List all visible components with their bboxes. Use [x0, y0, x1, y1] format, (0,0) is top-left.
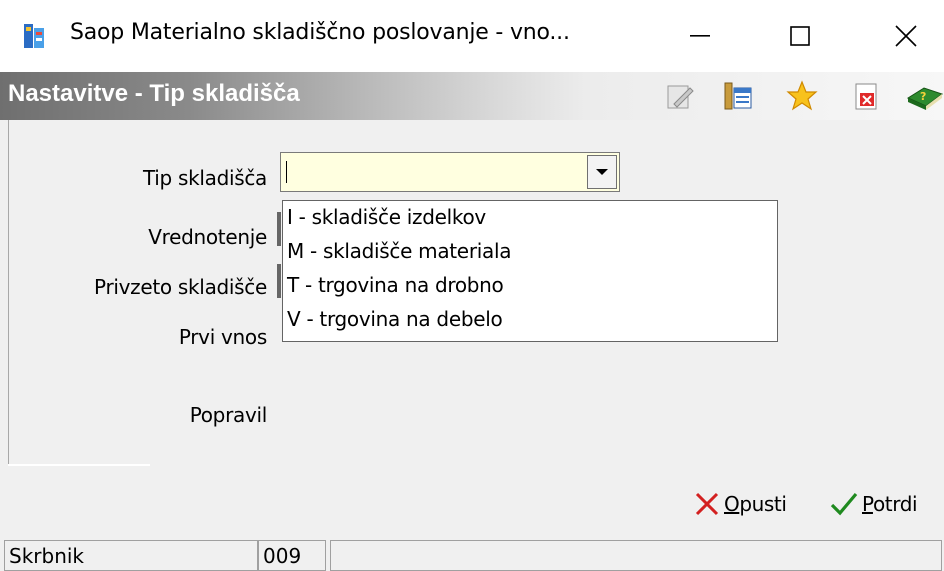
edit-icon[interactable] — [664, 80, 696, 112]
close-button[interactable] — [878, 10, 934, 62]
window-titlebar: Saop Materialno skladiščno poslovanje - … — [0, 0, 944, 72]
status-message — [330, 540, 942, 571]
close-icon — [895, 25, 917, 47]
label-tip-skladisca: Tip skladišča — [142, 166, 267, 190]
columns-icon[interactable] — [722, 80, 754, 112]
favorite-star-icon[interactable] — [786, 80, 818, 112]
label-vrednotenje: Vrednotenje — [148, 225, 267, 249]
maximize-icon — [790, 26, 810, 46]
dropdown-option-i[interactable]: I - skladišče izdelkov — [287, 205, 486, 229]
confirm-button[interactable]: Potrdi — [830, 484, 918, 524]
saop-app-icon — [22, 22, 48, 50]
tip-skladisca-dropdown-list: I - skladišče izdelkov M - skladišče mat… — [282, 200, 778, 342]
text-caret — [286, 161, 287, 183]
minimize-icon — [690, 35, 710, 37]
privzeto-skladisce-field[interactable] — [277, 264, 281, 298]
confirm-label: Potrdi — [862, 492, 918, 516]
combo-dropdown-button[interactable] — [587, 155, 617, 189]
delete-record-icon[interactable] — [850, 80, 882, 112]
divider — [8, 464, 150, 466]
status-code: 009 — [258, 540, 326, 571]
dropdown-option-v[interactable]: V - trgovina na debelo — [287, 307, 503, 331]
chevron-down-icon — [596, 169, 608, 175]
window-title: Saop Materialno skladiščno poslovanje - … — [70, 20, 570, 45]
help-book-icon[interactable]: ? — [906, 80, 944, 112]
form-title: Nastavitve - Tip skladišča — [8, 80, 300, 107]
svg-text:?: ? — [920, 90, 926, 103]
dropdown-option-m[interactable]: M - skladišče materiala — [287, 239, 511, 263]
minimize-button[interactable] — [672, 10, 728, 62]
label-prvi-vnos: Prvi vnos — [178, 325, 267, 349]
cancel-button[interactable]: Opusti — [694, 484, 787, 524]
tip-skladisca-combo[interactable] — [280, 152, 620, 192]
status-bar: Skrbnik 009 — [0, 537, 944, 571]
cancel-x-icon — [695, 492, 719, 516]
label-popravil: Popravil — [189, 403, 268, 427]
label-privzeto-skladisce: Privzeto skladišče — [94, 275, 267, 299]
vrednotenje-field[interactable] — [277, 212, 281, 246]
cancel-label: Opusti — [724, 492, 787, 516]
checkmark-icon — [830, 492, 858, 516]
status-user: Skrbnik — [4, 540, 258, 571]
maximize-button[interactable] — [772, 10, 828, 62]
dropdown-option-t[interactable]: T - trgovina na drobno — [287, 273, 504, 297]
